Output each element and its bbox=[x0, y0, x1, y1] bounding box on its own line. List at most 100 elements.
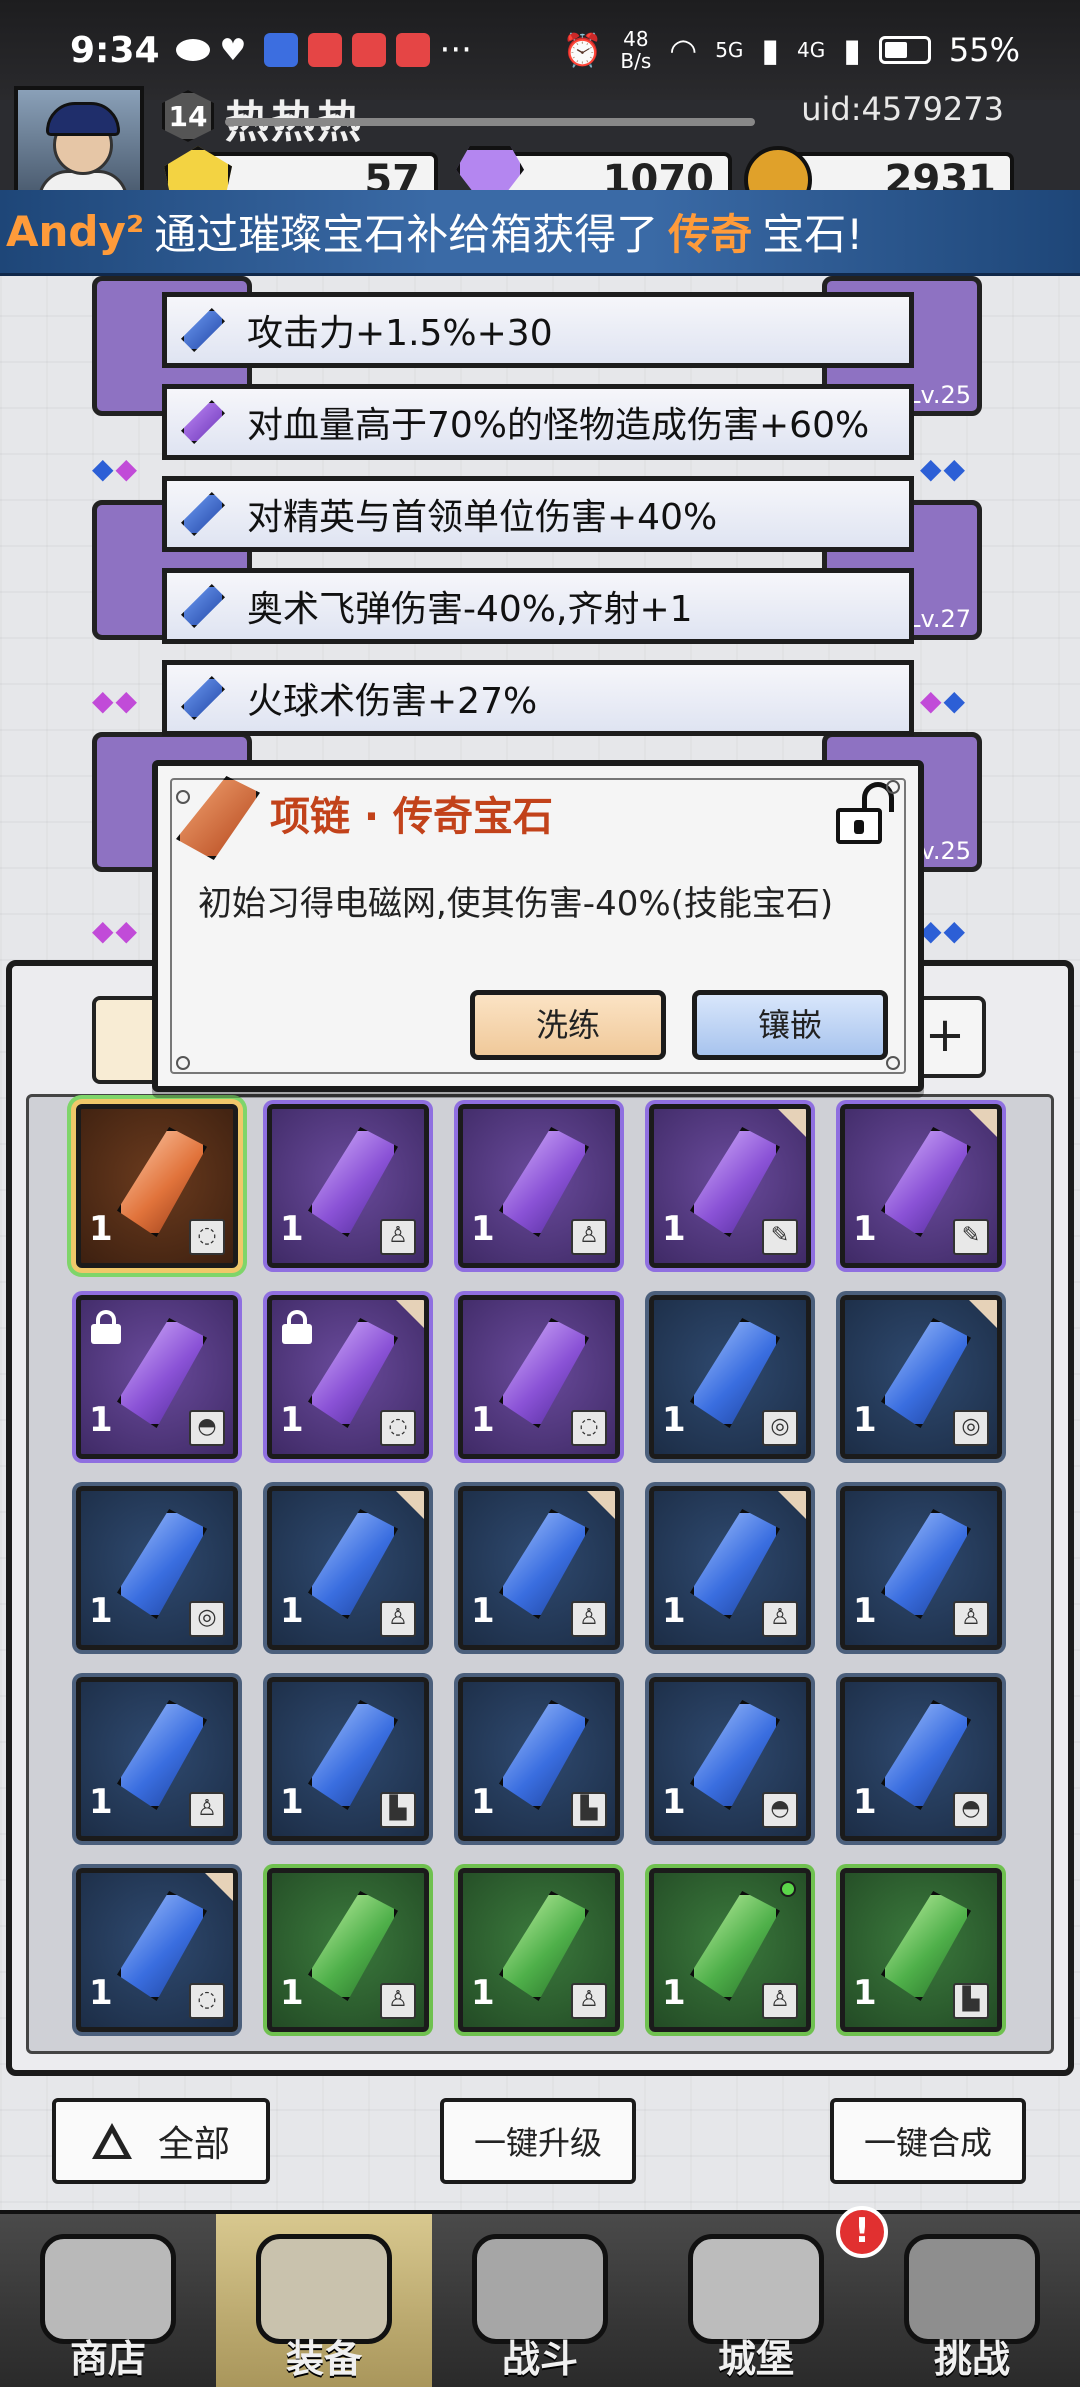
gem-slot[interactable]: 1 ♙ bbox=[649, 1868, 811, 2032]
corner-rivet bbox=[176, 790, 190, 804]
gem-slot[interactable]: 1 ▙ bbox=[267, 1677, 429, 1841]
gem-quantity: 1 bbox=[89, 1973, 113, 2013]
gem-slot[interactable]: 1 ✎ bbox=[840, 1104, 1002, 1268]
gem-quantity: 1 bbox=[280, 1591, 304, 1631]
lock-keyhole bbox=[854, 820, 864, 834]
app-notification-icon bbox=[395, 33, 430, 67]
blue-gem-icon bbox=[181, 676, 225, 720]
eye-icon bbox=[175, 39, 210, 61]
lock-icon bbox=[282, 1310, 312, 1344]
armor-icon: ♙ bbox=[189, 1792, 225, 1828]
gem-slot[interactable]: 1 ◓ bbox=[649, 1677, 811, 1841]
status-bar: 9:34 ♥ ··· ⏰ 48 B/s ◠ 5G ▮ 4G ▮ 55% bbox=[0, 0, 1080, 100]
gem-slot[interactable]: 1 ◌ bbox=[458, 1295, 620, 1459]
gem-slot[interactable]: 1 ♙ bbox=[267, 1104, 429, 1268]
exp-bar bbox=[225, 118, 755, 126]
gem-socket-indicators: ◆◆ bbox=[920, 914, 968, 947]
stat-text: 对精英与首领单位伤害+40% bbox=[247, 497, 718, 538]
stat-row: 对血量高于70%的怪物造成伤害+60% bbox=[162, 384, 914, 460]
nav-shop[interactable]: 商店 bbox=[0, 2214, 216, 2387]
gem-slot[interactable]: 1 ◎ bbox=[76, 1486, 238, 1650]
signal-bars-icon: ▮ bbox=[761, 31, 780, 69]
gem-quantity: 1 bbox=[853, 1591, 877, 1631]
gem-slot[interactable]: 1 ◎ bbox=[840, 1295, 1002, 1459]
avatar-cap bbox=[46, 102, 120, 136]
gem-slot[interactable]: 1 ◓ bbox=[76, 1295, 238, 1459]
ring-icon: ◎ bbox=[189, 1601, 225, 1637]
battery-percent: 55% bbox=[948, 31, 1020, 69]
gem-quantity: 1 bbox=[662, 1782, 686, 1822]
app-notification-icon bbox=[307, 33, 342, 67]
nav-label: 挑战 bbox=[933, 2337, 1010, 2381]
stat-row: 对精英与首领单位伤害+40% bbox=[162, 476, 914, 552]
nav-battle[interactable]: 战斗 bbox=[432, 2214, 648, 2387]
signal-bars-icon: ▮ bbox=[843, 31, 861, 69]
gem-socket-indicators: ◆◆ bbox=[92, 452, 140, 485]
gem-slot[interactable]: 1 ♙ bbox=[458, 1868, 620, 2032]
necklace-icon: ◌ bbox=[189, 1983, 225, 2019]
merge-all-button[interactable]: 一键合成 bbox=[830, 2098, 1026, 2184]
gem-slot[interactable]: 1 ◓ bbox=[840, 1677, 1002, 1841]
gem-quantity: 1 bbox=[89, 1591, 113, 1631]
gem-quantity: 1 bbox=[280, 1973, 304, 2013]
gem-slot[interactable]: 1 ◎ bbox=[649, 1295, 811, 1459]
nav-castle[interactable]: 城堡 bbox=[648, 2214, 864, 2387]
unlock-icon[interactable] bbox=[836, 782, 894, 844]
alert-badge: ! bbox=[836, 2206, 888, 2258]
armor-icon: ♙ bbox=[380, 1601, 416, 1637]
necklace-icon: ◌ bbox=[189, 1219, 225, 1255]
net-speed-unit: B/s bbox=[620, 49, 652, 73]
gem-slot[interactable]: 1 ◌ bbox=[76, 1868, 238, 2032]
nav-equipment[interactable]: 装备 bbox=[216, 2214, 432, 2387]
armor-icon: ♙ bbox=[762, 1983, 798, 2019]
corner-rivet bbox=[886, 780, 900, 794]
weapon-icon: ✎ bbox=[762, 1219, 798, 1255]
helmet-icon: ◓ bbox=[953, 1792, 989, 1828]
stat-row: 攻击力+1.5%+30 bbox=[162, 292, 914, 368]
reroll-button[interactable]: 洗练 bbox=[470, 990, 666, 1060]
gem-quantity: 1 bbox=[662, 1400, 686, 1440]
gem-slot[interactable]: 1 ♙ bbox=[649, 1486, 811, 1650]
armor-icon: ♙ bbox=[953, 1601, 989, 1637]
helmet-icon: ◓ bbox=[189, 1410, 225, 1446]
nav-challenge[interactable]: 挑战 bbox=[864, 2214, 1080, 2387]
ring-icon: ◎ bbox=[762, 1410, 798, 1446]
gem-quantity: 1 bbox=[662, 1209, 686, 1249]
gem-slot[interactable]: 1 ✎ bbox=[649, 1104, 811, 1268]
filter-all-button[interactable]: 全部 bbox=[52, 2098, 270, 2184]
gem-slot[interactable]: 1 ♙ bbox=[458, 1486, 620, 1650]
corner-fold-marker bbox=[205, 1873, 233, 1901]
gem-slot[interactable]: 1 ♙ bbox=[840, 1486, 1002, 1650]
gem-slot[interactable]: 1 ♙ bbox=[458, 1104, 620, 1268]
gem-slot[interactable]: 1 ♙ bbox=[267, 1486, 429, 1650]
boots-icon: ▙ bbox=[380, 1792, 416, 1828]
nav-label: 装备 bbox=[285, 2337, 362, 2381]
battery-icon bbox=[878, 36, 931, 64]
corner-fold-marker bbox=[778, 1109, 806, 1137]
stat-text: 对血量高于70%的怪物造成伤害+60% bbox=[247, 405, 870, 446]
gem-slot[interactable]: 1 ♙ bbox=[76, 1677, 238, 1841]
lock-body bbox=[91, 1324, 121, 1344]
inlay-button[interactable]: 镶嵌 bbox=[692, 990, 888, 1060]
corner-fold-marker bbox=[969, 1109, 997, 1137]
broadcast-text-end: 宝石! bbox=[762, 210, 864, 259]
app-notification-icon bbox=[351, 33, 386, 67]
nav-label: 城堡 bbox=[717, 2337, 794, 2381]
upgrade-all-button[interactable]: 一键升级 bbox=[440, 2098, 636, 2184]
net-speed-value: 48 bbox=[623, 27, 649, 51]
corner-fold-marker bbox=[587, 1491, 615, 1519]
gem-slot[interactable]: 1 ♙ bbox=[267, 1868, 429, 2032]
gem-slot[interactable]: 1 ◌ bbox=[76, 1104, 238, 1268]
filter-triangle-icon bbox=[91, 2123, 132, 2159]
purple-gem-icon bbox=[181, 400, 225, 444]
more-notifications: ··· bbox=[439, 30, 472, 70]
alarm-icon: ⏰ bbox=[562, 31, 603, 69]
nav-label: 战斗 bbox=[501, 2337, 578, 2381]
gem-slot[interactable]: 1 ▙ bbox=[840, 1868, 1002, 2032]
gem-quantity: 1 bbox=[471, 1782, 495, 1822]
lock-icon bbox=[91, 1310, 121, 1344]
gem-slot[interactable]: 1 ▙ bbox=[458, 1677, 620, 1841]
gem-quantity: 1 bbox=[280, 1782, 304, 1822]
armor-icon: ♙ bbox=[571, 1983, 607, 2019]
gem-slot[interactable]: 1 ◌ bbox=[267, 1295, 429, 1459]
